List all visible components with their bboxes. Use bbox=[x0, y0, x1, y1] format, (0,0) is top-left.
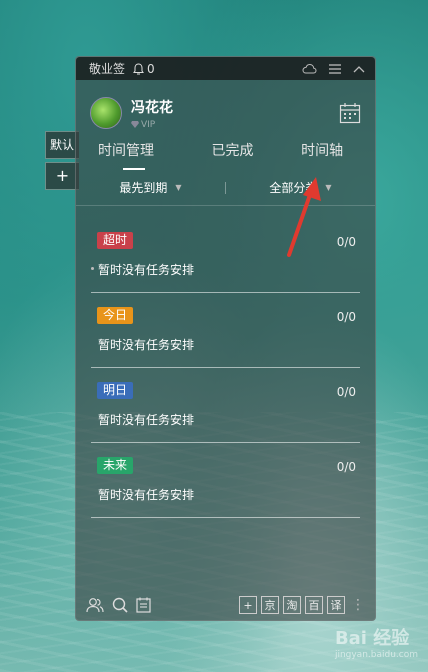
contacts-icon[interactable] bbox=[86, 597, 104, 613]
vip-label: VIP bbox=[141, 119, 156, 130]
calendar-icon[interactable] bbox=[339, 102, 361, 124]
app-name: 敬业签 bbox=[89, 62, 126, 76]
sort-label: 最先到期 bbox=[119, 181, 168, 195]
sort-dropdown[interactable]: 最先到期 ▼ bbox=[76, 179, 225, 196]
side-tab-add[interactable]: + bbox=[45, 162, 79, 190]
cloud-sync-icon[interactable] bbox=[302, 63, 317, 74]
filter-bar: 最先到期 ▼ 全部分类 ▼ bbox=[76, 170, 375, 206]
empty-message: 暂时没有任务安排 bbox=[98, 413, 195, 427]
vip-badge[interactable]: VIP bbox=[131, 120, 173, 130]
chevron-down-icon: ▼ bbox=[325, 183, 332, 192]
translate-shortcut-button[interactable]: 译 bbox=[327, 596, 345, 614]
section-today[interactable]: 今日 0/0 暂时没有任务安排 bbox=[91, 293, 360, 368]
task-count: 0/0 bbox=[336, 235, 356, 249]
note-list-icon[interactable] bbox=[136, 597, 151, 613]
empty-message: 暂时没有任务安排 bbox=[98, 338, 195, 352]
jd-shortcut-button[interactable]: 京 bbox=[261, 596, 279, 614]
status-badge: 未来 bbox=[97, 457, 134, 474]
title-bar[interactable]: 敬业签 0 bbox=[76, 57, 375, 80]
bell-icon bbox=[133, 62, 144, 74]
tab-completed[interactable]: 已完成 bbox=[188, 136, 278, 170]
more-vertical-icon[interactable]: ⋮ bbox=[351, 597, 365, 613]
task-count: 0/0 bbox=[336, 460, 356, 474]
notification-count: 0 bbox=[147, 61, 155, 76]
status-badge: 明日 bbox=[97, 382, 134, 399]
annotation-arrow bbox=[287, 177, 321, 257]
section-tomorrow[interactable]: 明日 0/0 暂时没有任务安排 bbox=[91, 368, 360, 443]
tab-time-management[interactable]: 时间管理 bbox=[84, 136, 188, 170]
taobao-shortcut-button[interactable]: 淘 bbox=[283, 596, 301, 614]
quick-launch-group: + 京 淘 百 译 ⋮ bbox=[239, 596, 365, 614]
notification-bell[interactable]: 0 bbox=[133, 62, 155, 76]
side-tab-default[interactable]: 默认 bbox=[45, 131, 79, 159]
avatar[interactable] bbox=[90, 97, 122, 129]
menu-icon[interactable] bbox=[329, 63, 341, 74]
watermark: Bai 经验 jingyan.baidu.com bbox=[335, 624, 418, 660]
diamond-icon bbox=[131, 121, 139, 128]
user-header: 冯花花 VIP bbox=[76, 80, 375, 136]
baidu-shortcut-button[interactable]: 百 bbox=[305, 596, 323, 614]
chevron-down-icon: ▼ bbox=[175, 183, 182, 192]
user-name: 冯花花 bbox=[131, 99, 173, 116]
user-info: 冯花花 VIP bbox=[131, 97, 173, 130]
status-badge: 今日 bbox=[97, 307, 134, 324]
status-badge: 超时 bbox=[97, 232, 134, 249]
section-future[interactable]: 未来 0/0 暂时没有任务安排 bbox=[91, 443, 360, 518]
bottom-toolbar: + 京 淘 百 译 ⋮ bbox=[76, 590, 375, 620]
empty-message: 暂时没有任务安排 bbox=[98, 263, 195, 277]
bullet-dot bbox=[91, 267, 94, 270]
empty-message: 暂时没有任务安排 bbox=[98, 488, 195, 502]
add-button[interactable]: + bbox=[239, 596, 257, 614]
task-count: 0/0 bbox=[336, 385, 356, 399]
watermark-brand: Bai 经验 bbox=[334, 628, 410, 649]
search-icon[interactable] bbox=[112, 597, 128, 613]
main-tabs: 时间管理 已完成 时间轴 bbox=[76, 136, 375, 170]
watermark-url: jingyan.baidu.com bbox=[334, 650, 418, 660]
collapse-icon[interactable] bbox=[353, 65, 365, 73]
sticky-note-window: 敬业签 0 冯花花 VIP 时间管理 已完成 时间轴 最先到期 ▼ 全部分类 ▼… bbox=[75, 56, 376, 621]
tab-timeline[interactable]: 时间轴 bbox=[277, 136, 367, 170]
task-count: 0/0 bbox=[336, 310, 356, 324]
